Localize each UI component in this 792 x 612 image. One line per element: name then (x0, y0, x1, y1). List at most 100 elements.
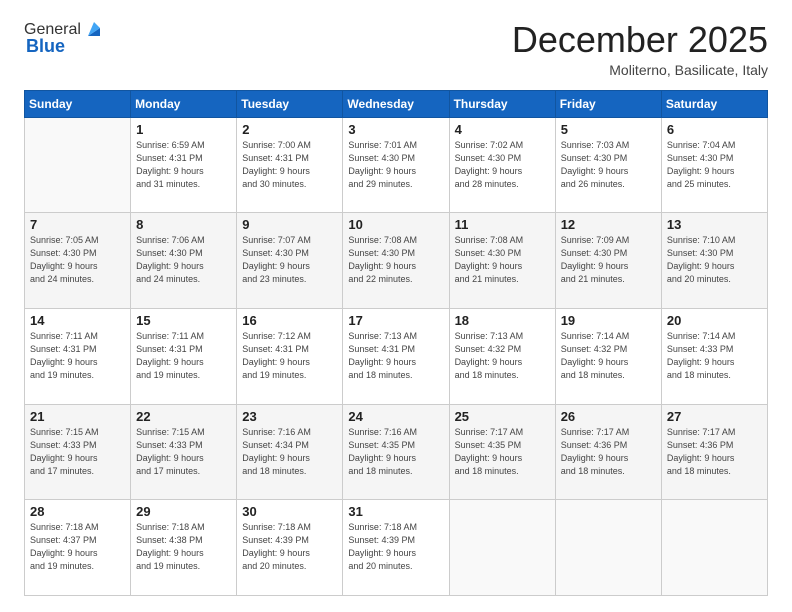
day-number: 18 (455, 313, 550, 328)
table-row (25, 117, 131, 213)
month-title: December 2025 (512, 20, 768, 60)
day-number: 15 (136, 313, 231, 328)
table-row: 6Sunrise: 7:04 AM Sunset: 4:30 PM Daylig… (661, 117, 767, 213)
table-row: 15 Sunrise: 7:11 AM Sunset: 4:31 PM Dayli… (131, 308, 237, 404)
day-number: 11 (455, 217, 550, 232)
table-row: 1 Sunrise: 6:59 AM Sunset: 4:31 PM Daylig… (131, 117, 237, 213)
calendar-week-row: 21 Sunrise: 7:15 AM Sunset: 4:33 PM Dayli… (25, 404, 768, 500)
day-info: Sunrise: 7:16 AM Sunset: 4:34 PM Dayligh… (242, 426, 337, 478)
col-thursday: Thursday (449, 90, 555, 117)
table-row: 10 Sunrise: 7:08 AM Sunset: 4:30 PM Dayli… (343, 213, 449, 309)
col-friday: Friday (555, 90, 661, 117)
day-info: Sunrise: 7:13 AM Sunset: 4:31 PM Dayligh… (348, 330, 443, 382)
day-number: 23 (242, 409, 337, 424)
col-sunday: Sunday (25, 90, 131, 117)
day-number: 10 (348, 217, 443, 232)
table-row: 21 Sunrise: 7:15 AM Sunset: 4:33 PM Dayli… (25, 404, 131, 500)
table-row: 17 Sunrise: 7:13 AM Sunset: 4:31 PM Dayli… (343, 308, 449, 404)
calendar-table: Sunday Monday Tuesday Wednesday Thursday… (24, 90, 768, 596)
day-info: Sunrise: 7:14 AM Sunset: 4:33 PM Dayligh… (667, 330, 762, 382)
table-row: 14Sunrise: 7:11 AM Sunset: 4:31 PM Dayli… (25, 308, 131, 404)
table-row: 7 Sunrise: 7:05 AM Sunset: 4:30 PM Daylig… (25, 213, 131, 309)
table-row (555, 500, 661, 596)
table-row: 20Sunrise: 7:14 AM Sunset: 4:33 PM Dayli… (661, 308, 767, 404)
day-info: Sunrise: 7:17 AM Sunset: 4:35 PM Dayligh… (455, 426, 550, 478)
table-row: 18 Sunrise: 7:13 AM Sunset: 4:32 PM Dayli… (449, 308, 555, 404)
table-row: 4Sunrise: 7:02 AM Sunset: 4:30 PM Daylig… (449, 117, 555, 213)
day-info: Sunrise: 7:05 AM Sunset: 4:30 PM Dayligh… (30, 234, 125, 286)
table-row: 24 Sunrise: 7:16 AM Sunset: 4:35 PM Dayli… (343, 404, 449, 500)
table-row: 26Sunrise: 7:17 AM Sunset: 4:36 PM Dayli… (555, 404, 661, 500)
day-info: Sunrise: 7:18 AM Sunset: 4:37 PM Dayligh… (30, 521, 125, 573)
day-info: Sunrise: 7:11 AM Sunset: 4:31 PM Dayligh… (30, 330, 125, 382)
table-row: 30Sunrise: 7:18 AM Sunset: 4:39 PM Dayli… (237, 500, 343, 596)
day-info: Sunrise: 7:09 AM Sunset: 4:30 PM Dayligh… (561, 234, 656, 286)
calendar-header-row: Sunday Monday Tuesday Wednesday Thursday… (25, 90, 768, 117)
calendar-week-row: 1 Sunrise: 6:59 AM Sunset: 4:31 PM Daylig… (25, 117, 768, 213)
table-row: 8Sunrise: 7:06 AM Sunset: 4:30 PM Daylig… (131, 213, 237, 309)
day-info: Sunrise: 7:04 AM Sunset: 4:30 PM Dayligh… (667, 139, 762, 191)
day-info: Sunrise: 7:07 AM Sunset: 4:30 PM Dayligh… (242, 234, 337, 286)
day-info: Sunrise: 7:15 AM Sunset: 4:33 PM Dayligh… (30, 426, 125, 478)
table-row (661, 500, 767, 596)
table-row: 11 Sunrise: 7:08 AM Sunset: 4:30 PM Dayli… (449, 213, 555, 309)
table-row: 22 Sunrise: 7:15 AM Sunset: 4:33 PM Dayli… (131, 404, 237, 500)
day-number: 27 (667, 409, 762, 424)
day-number: 3 (348, 122, 443, 137)
day-number: 22 (136, 409, 231, 424)
day-info: Sunrise: 6:59 AM Sunset: 4:31 PM Dayligh… (136, 139, 231, 191)
day-info: Sunrise: 7:18 AM Sunset: 4:39 PM Dayligh… (348, 521, 443, 573)
day-info: Sunrise: 7:11 AM Sunset: 4:31 PM Dayligh… (136, 330, 231, 382)
day-number: 21 (30, 409, 125, 424)
logo: General Blue (24, 20, 104, 57)
day-number: 29 (136, 504, 231, 519)
logo-blue-text: Blue (26, 36, 65, 57)
day-info: Sunrise: 7:03 AM Sunset: 4:30 PM Dayligh… (561, 139, 656, 191)
day-info: Sunrise: 7:16 AM Sunset: 4:35 PM Dayligh… (348, 426, 443, 478)
day-number: 12 (561, 217, 656, 232)
day-info: Sunrise: 7:17 AM Sunset: 4:36 PM Dayligh… (667, 426, 762, 478)
day-number: 8 (136, 217, 231, 232)
day-number: 19 (561, 313, 656, 328)
day-number: 9 (242, 217, 337, 232)
day-info: Sunrise: 7:01 AM Sunset: 4:30 PM Dayligh… (348, 139, 443, 191)
day-number: 17 (348, 313, 443, 328)
header: General Blue December 2025 Moliterno, Ba… (24, 20, 768, 78)
day-number: 2 (242, 122, 337, 137)
logo-icon (84, 20, 104, 40)
day-info: Sunrise: 7:10 AM Sunset: 4:30 PM Dayligh… (667, 234, 762, 286)
table-row: 29 Sunrise: 7:18 AM Sunset: 4:38 PM Dayli… (131, 500, 237, 596)
table-row: 13Sunrise: 7:10 AM Sunset: 4:30 PM Dayli… (661, 213, 767, 309)
page: General Blue December 2025 Moliterno, Ba… (0, 0, 792, 612)
day-number: 26 (561, 409, 656, 424)
table-row: 16Sunrise: 7:12 AM Sunset: 4:31 PM Dayli… (237, 308, 343, 404)
day-info: Sunrise: 7:02 AM Sunset: 4:30 PM Dayligh… (455, 139, 550, 191)
table-row: 25 Sunrise: 7:17 AM Sunset: 4:35 PM Dayli… (449, 404, 555, 500)
table-row (449, 500, 555, 596)
day-number: 25 (455, 409, 550, 424)
calendar-week-row: 7 Sunrise: 7:05 AM Sunset: 4:30 PM Daylig… (25, 213, 768, 309)
day-info: Sunrise: 7:15 AM Sunset: 4:33 PM Dayligh… (136, 426, 231, 478)
day-info: Sunrise: 7:00 AM Sunset: 4:31 PM Dayligh… (242, 139, 337, 191)
day-number: 30 (242, 504, 337, 519)
day-number: 28 (30, 504, 125, 519)
table-row: 19 Sunrise: 7:14 AM Sunset: 4:32 PM Dayli… (555, 308, 661, 404)
table-row: 12 Sunrise: 7:09 AM Sunset: 4:30 PM Dayli… (555, 213, 661, 309)
day-info: Sunrise: 7:08 AM Sunset: 4:30 PM Dayligh… (348, 234, 443, 286)
day-info: Sunrise: 7:13 AM Sunset: 4:32 PM Dayligh… (455, 330, 550, 382)
day-number: 16 (242, 313, 337, 328)
table-row: 27 Sunrise: 7:17 AM Sunset: 4:36 PM Dayli… (661, 404, 767, 500)
table-row: 31 Sunrise: 7:18 AM Sunset: 4:39 PM Dayli… (343, 500, 449, 596)
day-number: 7 (30, 217, 125, 232)
day-info: Sunrise: 7:08 AM Sunset: 4:30 PM Dayligh… (455, 234, 550, 286)
day-info: Sunrise: 7:18 AM Sunset: 4:38 PM Dayligh… (136, 521, 231, 573)
table-row: 3 Sunrise: 7:01 AM Sunset: 4:30 PM Daylig… (343, 117, 449, 213)
title-block: December 2025 Moliterno, Basilicate, Ita… (512, 20, 768, 78)
day-number: 24 (348, 409, 443, 424)
table-row: 28 Sunrise: 7:18 AM Sunset: 4:37 PM Dayli… (25, 500, 131, 596)
day-info: Sunrise: 7:14 AM Sunset: 4:32 PM Dayligh… (561, 330, 656, 382)
table-row: 5Sunrise: 7:03 AM Sunset: 4:30 PM Daylig… (555, 117, 661, 213)
calendar-week-row: 28 Sunrise: 7:18 AM Sunset: 4:37 PM Dayli… (25, 500, 768, 596)
day-number: 31 (348, 504, 443, 519)
day-number: 1 (136, 122, 231, 137)
